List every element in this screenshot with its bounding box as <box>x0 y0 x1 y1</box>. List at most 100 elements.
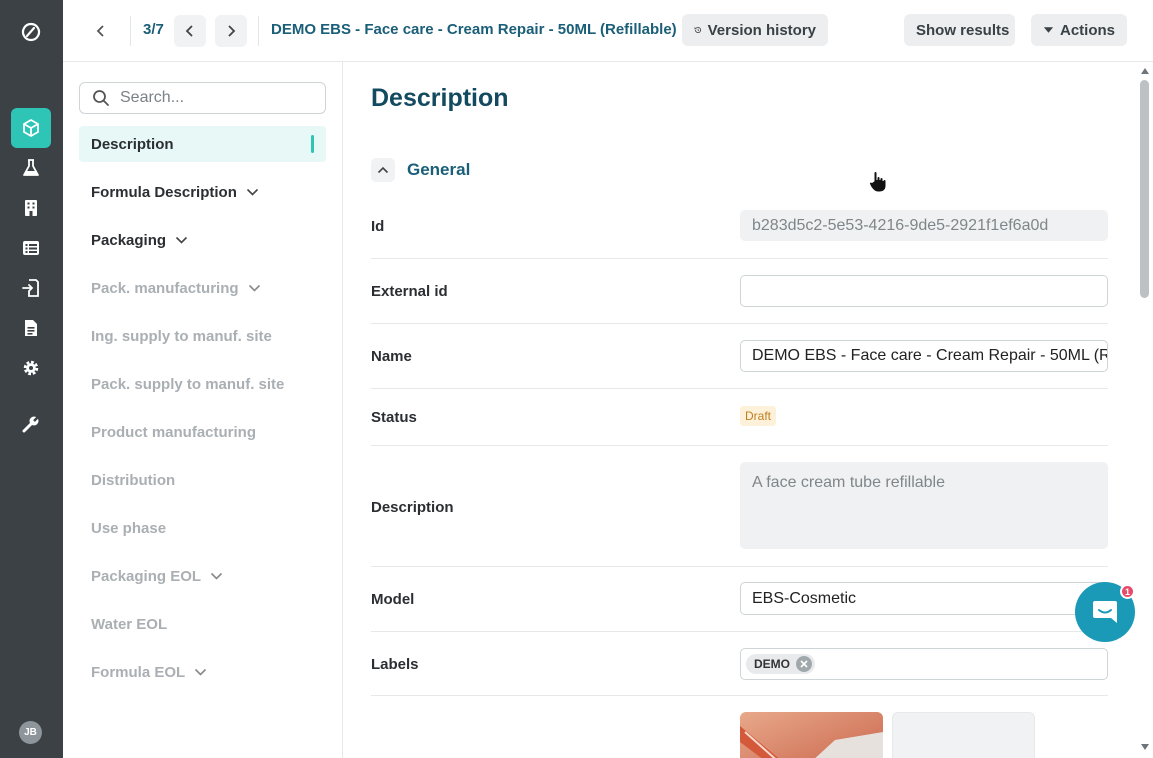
field-row-labels: Labels DEMO <box>371 632 1108 696</box>
notification-badge: 1 <box>1120 584 1135 599</box>
sidebar-item-label: Description <box>91 135 174 153</box>
sidebar-item-label: Product manufacturing <box>91 423 257 441</box>
field-row-external-id: External id <box>371 259 1108 324</box>
sidebar-item-label: Pack. supply to manuf. site <box>91 375 285 393</box>
chevron-down-icon[interactable] <box>194 668 207 676</box>
divider <box>258 16 259 46</box>
description-textarea[interactable]: A face cream tube refillable <box>740 462 1108 549</box>
search-input[interactable] <box>120 89 310 107</box>
history-icon <box>694 27 702 34</box>
app-logo-icon[interactable] <box>11 12 51 52</box>
sidebar-item-label: Formula Description <box>91 183 237 201</box>
field-label: Id <box>371 218 385 235</box>
caret-down-icon <box>1043 27 1054 33</box>
label-tag-text: DEMO <box>754 657 790 671</box>
chevron-right-icon <box>228 25 236 37</box>
image-placeholder[interactable] <box>892 712 1035 758</box>
flask-icon[interactable] <box>11 148 51 188</box>
back-button[interactable] <box>85 15 117 47</box>
sidebar-item-packaging[interactable]: Packaging <box>79 222 326 258</box>
sidebar-item-description[interactable]: Description <box>79 126 326 162</box>
list-icon[interactable] <box>11 228 51 268</box>
actions-label: Actions <box>1059 21 1115 39</box>
section-sidebar: Description Formula Description Packagin… <box>63 62 343 758</box>
collapse-section-button[interactable] <box>371 158 395 182</box>
chevron-down-icon[interactable] <box>248 284 261 292</box>
record-counter: 3/7 <box>143 21 164 38</box>
chevron-left-icon <box>96 25 104 37</box>
sidebar-item-label: Water EOL <box>91 615 168 633</box>
field-label: Description <box>371 499 454 516</box>
divider <box>130 16 131 46</box>
sidebar-item-water-eol[interactable]: Water EOL <box>79 606 326 642</box>
field-label: Status <box>371 409 417 426</box>
sidebar-item-label: Distribution <box>91 471 176 489</box>
model-select[interactable]: EBS-Cosmetic <box>740 582 1108 615</box>
gear-icon[interactable] <box>11 348 51 388</box>
product-image[interactable] <box>740 712 883 758</box>
scroll-up-icon[interactable] <box>1140 66 1150 76</box>
sidebar-item-distribution[interactable]: Distribution <box>79 462 326 498</box>
products-cube-icon[interactable] <box>11 108 51 148</box>
sidebar-item-label: Packaging <box>91 231 167 249</box>
avatar[interactable]: JB <box>19 721 42 744</box>
document-icon[interactable] <box>11 308 51 348</box>
show-results-button[interactable]: Show results <box>904 14 1015 46</box>
scroll-down-icon[interactable] <box>1140 742 1150 752</box>
chevron-left-icon <box>185 25 193 37</box>
scroll-thumb[interactable] <box>1140 80 1149 298</box>
sidebar-item-pack-manufacturing[interactable]: Pack. manufacturing <box>79 270 326 306</box>
chevron-down-icon[interactable] <box>175 236 188 244</box>
sidebar-item-formula-eol[interactable]: Formula EOL <box>79 654 326 690</box>
name-field[interactable]: DEMO EBS - Face care - Cream Repair - 50… <box>740 340 1108 372</box>
page-title: Description <box>371 84 509 112</box>
document-title: DEMO EBS - Face care - Cream Repair - 50… <box>271 21 677 38</box>
show-results-label: Show results <box>916 21 1010 39</box>
sidebar-item-label: Use phase <box>91 519 167 537</box>
field-label: Model <box>371 591 415 608</box>
previous-record-button[interactable] <box>174 15 206 47</box>
field-row-name: Name DEMO EBS - Face care - Cream Repair… <box>371 324 1108 389</box>
sidebar-item-formula-description[interactable]: Formula Description <box>79 174 326 210</box>
field-row-id: Id b283d5c2-5e53-4216-9de5-2921f1ef6a0d <box>371 198 1108 259</box>
section-title: General <box>407 160 471 179</box>
sidebar-item-pack-supply[interactable]: Pack. supply to manuf. site <box>79 366 326 402</box>
id-field: b283d5c2-5e53-4216-9de5-2921f1ef6a0d <box>740 210 1108 241</box>
hand-cursor-icon <box>868 170 890 199</box>
scrollbar[interactable] <box>1137 62 1153 758</box>
app-rail: JB <box>0 0 63 758</box>
sidebar-item-label: Ing. supply to manuf. site <box>91 327 272 345</box>
import-file-icon[interactable] <box>11 268 51 308</box>
top-bar: 3/7 DEMO EBS - Face care - Cream Repair … <box>63 0 1153 62</box>
external-id-field[interactable] <box>740 275 1108 307</box>
actions-button[interactable]: Actions <box>1031 14 1127 46</box>
field-label: External id <box>371 283 448 300</box>
building-icon[interactable] <box>11 188 51 228</box>
chevron-down-icon[interactable] <box>210 572 223 580</box>
field-label: Name <box>371 348 412 365</box>
sidebar-item-label: Pack. manufacturing <box>91 279 239 297</box>
sidebar-item-packaging-eol[interactable]: Packaging EOL <box>79 558 326 594</box>
remove-tag-icon[interactable] <box>796 656 812 672</box>
sidebar-item-use-phase[interactable]: Use phase <box>79 510 326 546</box>
sidebar-item-label: Formula EOL <box>91 663 186 681</box>
field-row-model: Model EBS-Cosmetic <box>371 567 1108 632</box>
chevron-down-icon[interactable] <box>246 188 259 196</box>
version-history-button[interactable]: Version history <box>682 14 828 46</box>
search-icon <box>93 90 109 106</box>
next-record-button[interactable] <box>215 15 247 47</box>
sidebar-item-label: Packaging EOL <box>91 567 202 585</box>
wrench-icon[interactable] <box>11 404 51 444</box>
label-tag: DEMO <box>746 654 815 674</box>
active-indicator <box>311 135 314 153</box>
field-row-status: Status Draft <box>371 389 1108 446</box>
labels-field[interactable]: DEMO <box>740 648 1108 680</box>
status-badge: Draft <box>740 406 777 426</box>
search-box[interactable] <box>79 82 326 114</box>
version-history-label: Version history <box>707 21 816 39</box>
sidebar-item-product-manufacturing[interactable]: Product manufacturing <box>79 414 326 450</box>
chat-bubble-icon <box>1093 601 1117 623</box>
field-row-description: Description A face cream tube refillable <box>371 446 1108 567</box>
sidebar-item-ing-supply[interactable]: Ing. supply to manuf. site <box>79 318 326 354</box>
field-label: Labels <box>371 656 419 673</box>
